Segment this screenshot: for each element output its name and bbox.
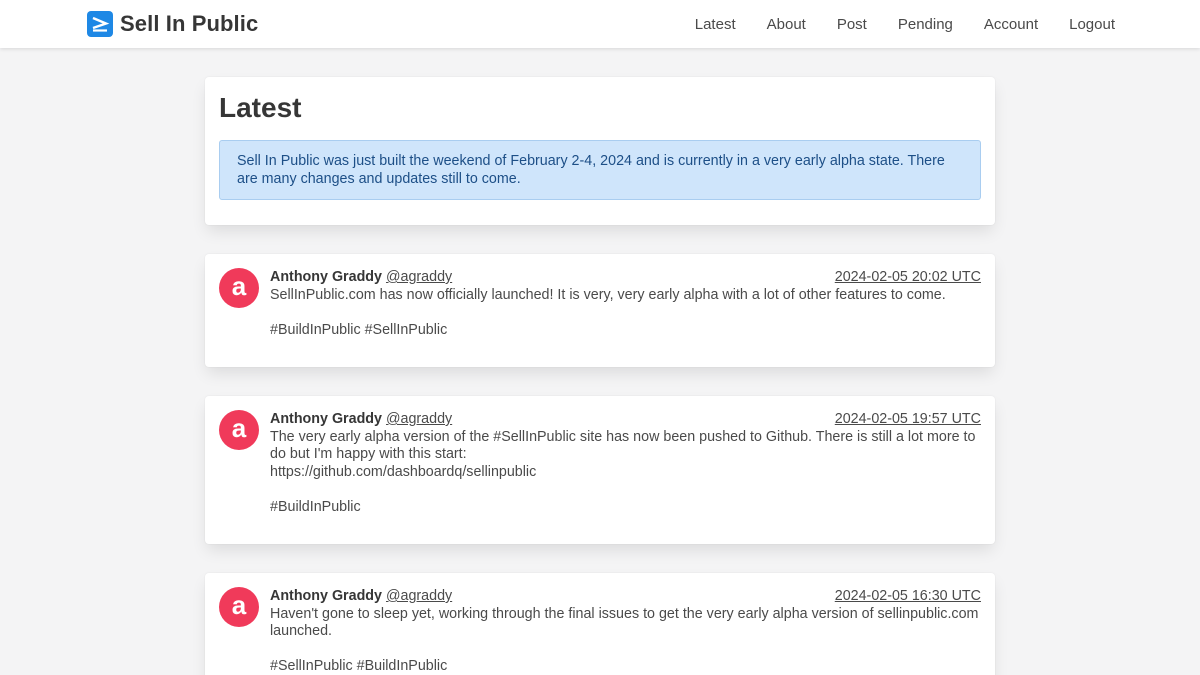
post-header: Anthony Graddy @agraddy 2024-02-05 16:30… bbox=[270, 588, 981, 606]
post-header: Anthony Graddy @agraddy 2024-02-05 20:02… bbox=[270, 269, 981, 287]
intro-box: Latest Sell In Public was just built the… bbox=[205, 77, 995, 225]
post-body: Anthony Graddy @agraddy 2024-02-05 19:57… bbox=[270, 410, 981, 530]
author-name: Anthony Graddy bbox=[270, 269, 382, 285]
post-body: Anthony Graddy @agraddy 2024-02-05 20:02… bbox=[270, 268, 981, 353]
nav-account[interactable]: Account bbox=[984, 16, 1038, 33]
alpha-notice: Sell In Public was just built the weeken… bbox=[219, 140, 981, 200]
author-name: Anthony Graddy bbox=[270, 588, 382, 604]
avatar[interactable]: a bbox=[219, 268, 259, 308]
top-navbar: Sell In Public Latest About Post Pending… bbox=[0, 0, 1200, 48]
post-header: Anthony Graddy @agraddy 2024-02-05 19:57… bbox=[270, 411, 981, 429]
post-timestamp-link[interactable]: 2024-02-05 16:30 UTC bbox=[835, 588, 981, 606]
post-body: Anthony Graddy @agraddy 2024-02-05 16:30… bbox=[270, 587, 981, 675]
nav-post[interactable]: Post bbox=[837, 16, 867, 33]
nav-pending[interactable]: Pending bbox=[898, 16, 953, 33]
author-handle-link[interactable]: @agraddy bbox=[386, 411, 452, 427]
nav-latest[interactable]: Latest bbox=[695, 16, 736, 33]
author-handle-link[interactable]: @agraddy bbox=[386, 588, 452, 604]
post-card: a Anthony Graddy @agraddy 2024-02-05 19:… bbox=[205, 396, 995, 544]
post-author: Anthony Graddy @agraddy bbox=[270, 411, 452, 429]
avatar[interactable]: a bbox=[219, 410, 259, 450]
brand-link[interactable]: Sell In Public bbox=[87, 11, 258, 37]
post-card: a Anthony Graddy @agraddy 2024-02-05 20:… bbox=[205, 254, 995, 367]
brand-name: Sell In Public bbox=[120, 11, 259, 36]
author-handle-link[interactable]: @agraddy bbox=[386, 269, 452, 285]
main-nav: Latest About Post Pending Account Logout bbox=[695, 0, 1115, 48]
post-text: Haven't gone to sleep yet, working throu… bbox=[270, 605, 979, 675]
post-author: Anthony Graddy @agraddy bbox=[270, 588, 452, 606]
post-text: SellInPublic.com has now officially laun… bbox=[270, 286, 946, 338]
avatar[interactable]: a bbox=[219, 587, 259, 627]
terminal-chevron-icon bbox=[87, 11, 113, 37]
post-text: The very early alpha version of the #Sel… bbox=[270, 428, 976, 515]
author-name: Anthony Graddy bbox=[270, 411, 382, 427]
post-timestamp-link[interactable]: 2024-02-05 20:02 UTC bbox=[835, 269, 981, 287]
page-title: Latest bbox=[219, 92, 302, 123]
nav-logout[interactable]: Logout bbox=[1069, 16, 1115, 33]
post-card: a Anthony Graddy @agraddy 2024-02-05 16:… bbox=[205, 573, 995, 675]
nav-about[interactable]: About bbox=[767, 16, 806, 33]
post-timestamp-link[interactable]: 2024-02-05 19:57 UTC bbox=[835, 411, 981, 429]
post-author: Anthony Graddy @agraddy bbox=[270, 269, 452, 287]
